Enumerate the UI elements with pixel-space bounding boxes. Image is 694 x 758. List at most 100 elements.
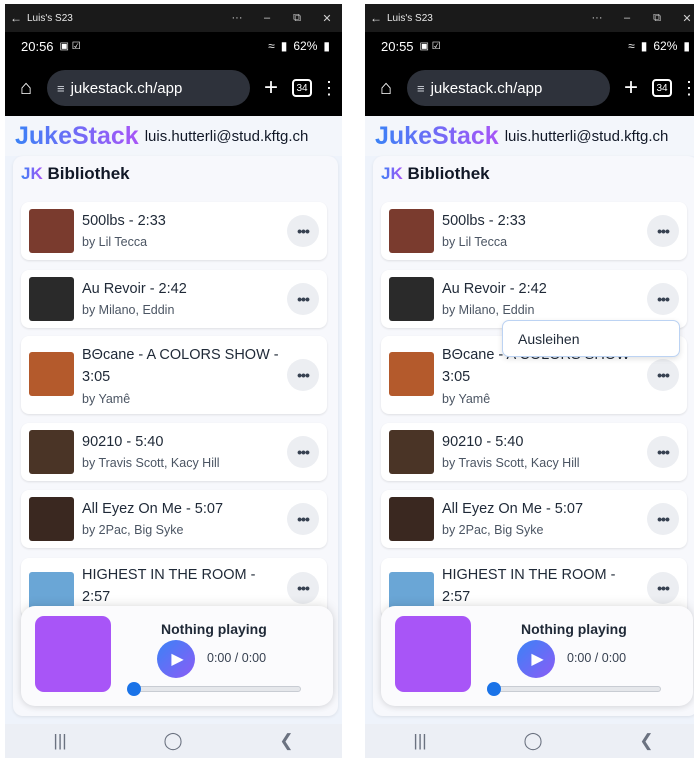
window-minimize-icon[interactable]: – [252, 12, 282, 24]
library-title-prefix: JK [381, 164, 403, 183]
home-nav-icon[interactable]: ◯ [163, 731, 182, 751]
home-nav-icon[interactable]: ◯ [523, 731, 542, 751]
library-title: JK Bibliothek [381, 164, 490, 184]
song-item[interactable]: 90210 - 5:40 by Travis Scott, Kacy Hill ••… [21, 423, 327, 481]
song-item[interactable]: All Eyez On Me - 5:07 by 2Pac, Big Syke ••… [381, 490, 687, 548]
library-title: JK Bibliothek [21, 164, 130, 184]
window-close-icon[interactable]: ✕ [312, 12, 342, 25]
progress-knob[interactable] [127, 682, 141, 696]
song-item[interactable]: All Eyez On Me - 5:07 by 2Pac, Big Syke ••… [21, 490, 327, 548]
user-email: luis.hutterli@stud.kftg.ch [144, 127, 309, 145]
song-artist: by Travis Scott, Kacy Hill [82, 456, 220, 470]
song-title: BΘcane - A COLORS SHOW - 3:05 [82, 347, 279, 385]
notification-icons: ▣ ☑ [419, 40, 441, 52]
song-title: 90210 - 5:40 [82, 434, 164, 450]
window-restore-icon[interactable]: ⧉ [282, 12, 312, 25]
battery-icon: ▮ [323, 39, 330, 53]
wifi-icon: ≈ [628, 39, 635, 53]
url-text: jukestack.ch/app [70, 79, 183, 97]
progress-knob[interactable] [487, 682, 501, 696]
more-options-button[interactable]: ••• [287, 215, 319, 247]
more-options-button[interactable]: ••• [287, 359, 319, 391]
window-close-icon[interactable]: ✕ [672, 12, 694, 25]
play-button[interactable]: ▶ [517, 640, 555, 678]
window-menu-icon[interactable]: ··· [222, 12, 252, 24]
more-options-button[interactable]: ••• [647, 503, 679, 535]
song-cover [29, 497, 74, 541]
song-title: 500lbs - 2:33 [442, 213, 526, 229]
window-titlebar: ← Luis's S23 ··· – ⧉ ✕ [365, 4, 694, 32]
now-playing-title: Nothing playing [161, 621, 267, 637]
recents-icon[interactable]: ||| [413, 731, 426, 751]
brand-logo[interactable]: JukeStack [375, 122, 499, 151]
album-art [35, 616, 111, 692]
progress-track[interactable] [127, 686, 301, 692]
more-options-button[interactable]: ••• [647, 283, 679, 315]
more-options-button[interactable]: ••• [287, 283, 319, 315]
song-title: 90210 - 5:40 [442, 434, 524, 450]
window-title: Luis's S23 [387, 12, 433, 24]
more-options-button[interactable]: ••• [287, 503, 319, 535]
menu-item-ausleihen[interactable]: Ausleihen [518, 331, 580, 347]
song-artist: by 2Pac, Big Syke [442, 523, 544, 537]
address-bar[interactable]: ≡ jukestack.ch/app [47, 70, 250, 106]
library-title-text: Bibliothek [47, 164, 130, 183]
browser-menu-icon[interactable]: ⋮ [320, 78, 338, 99]
more-options-button[interactable]: ••• [287, 436, 319, 468]
more-options-button[interactable]: ••• [647, 215, 679, 247]
song-item[interactable]: BΘcane - A COLORS SHOW - 3:05 by Yamê ••• [21, 336, 327, 414]
window-restore-icon[interactable]: ⧉ [642, 12, 672, 25]
song-title: All Eyez On Me - 5:07 [82, 501, 224, 517]
song-cover [29, 277, 74, 321]
window-back-icon[interactable]: ← [5, 11, 27, 25]
player-bar: Nothing playing ▶ 0:00 / 0:00 [21, 606, 333, 706]
window-minimize-icon[interactable]: – [612, 12, 642, 24]
status-bar: 20:55 ▣ ☑ ≈ ▮ 62% ▮ [365, 32, 694, 60]
android-nav-bar: ||| ◯ ❮ [365, 724, 694, 758]
home-icon[interactable]: ⌂ [373, 77, 399, 100]
back-nav-icon[interactable]: ❮ [639, 731, 653, 751]
phone-screen-right: ← Luis's S23 ··· – ⧉ ✕ 20:55 ▣ ☑ ≈ ▮ 62%… [365, 4, 694, 758]
signal-icon: ▮ [280, 39, 288, 53]
song-cover [29, 352, 74, 396]
new-tab-icon[interactable]: + [258, 74, 284, 102]
song-artist: by Lil Tecca [442, 235, 508, 249]
song-artist: by Yamê [442, 392, 491, 406]
brand-logo[interactable]: JukeStack [15, 122, 139, 151]
library-title-prefix: JK [21, 164, 43, 183]
tab-switcher-button[interactable]: 34 [652, 79, 672, 97]
progress-track[interactable] [487, 686, 661, 692]
more-options-button[interactable]: ••• [287, 572, 319, 604]
song-item[interactable]: Au Revoir - 2:42 by Milano, Eddin ••• [21, 270, 327, 328]
status-time: 20:55 [381, 38, 414, 54]
library-title-text: Bibliothek [407, 164, 490, 183]
tab-switcher-button[interactable]: 34 [292, 79, 312, 97]
browser-menu-icon[interactable]: ⋮ [680, 78, 694, 99]
site-settings-icon[interactable]: ≡ [417, 81, 425, 96]
song-item[interactable]: 90210 - 5:40 by Travis Scott, Kacy Hill ••… [381, 423, 687, 481]
android-nav-bar: ||| ◯ ❮ [5, 724, 342, 758]
battery-level: 62% [653, 39, 678, 53]
song-item[interactable]: 500lbs - 2:33 by Lil Tecca ••• [381, 202, 687, 260]
window-menu-icon[interactable]: ··· [582, 12, 612, 24]
song-cover [389, 209, 434, 253]
song-title: Au Revoir - 2:42 [442, 281, 547, 297]
back-nav-icon[interactable]: ❮ [279, 731, 293, 751]
home-icon[interactable]: ⌂ [13, 77, 39, 100]
play-button[interactable]: ▶ [157, 640, 195, 678]
battery-level: 62% [293, 39, 318, 53]
user-email: luis.hutterli@stud.kftg.ch [504, 127, 669, 145]
site-settings-icon[interactable]: ≡ [57, 81, 65, 96]
address-bar[interactable]: ≡ jukestack.ch/app [407, 70, 610, 106]
more-options-button[interactable]: ••• [647, 436, 679, 468]
more-options-button[interactable]: ••• [647, 572, 679, 604]
new-tab-icon[interactable]: + [618, 74, 644, 102]
recents-icon[interactable]: ||| [53, 731, 66, 751]
album-art [395, 616, 471, 692]
wifi-icon: ≈ [268, 39, 275, 53]
more-options-button[interactable]: ••• [647, 359, 679, 391]
song-title: 500lbs - 2:33 [82, 213, 166, 229]
window-back-icon[interactable]: ← [365, 11, 387, 25]
song-item[interactable]: 500lbs - 2:33 by Lil Tecca ••• [21, 202, 327, 260]
song-cover [389, 497, 434, 541]
